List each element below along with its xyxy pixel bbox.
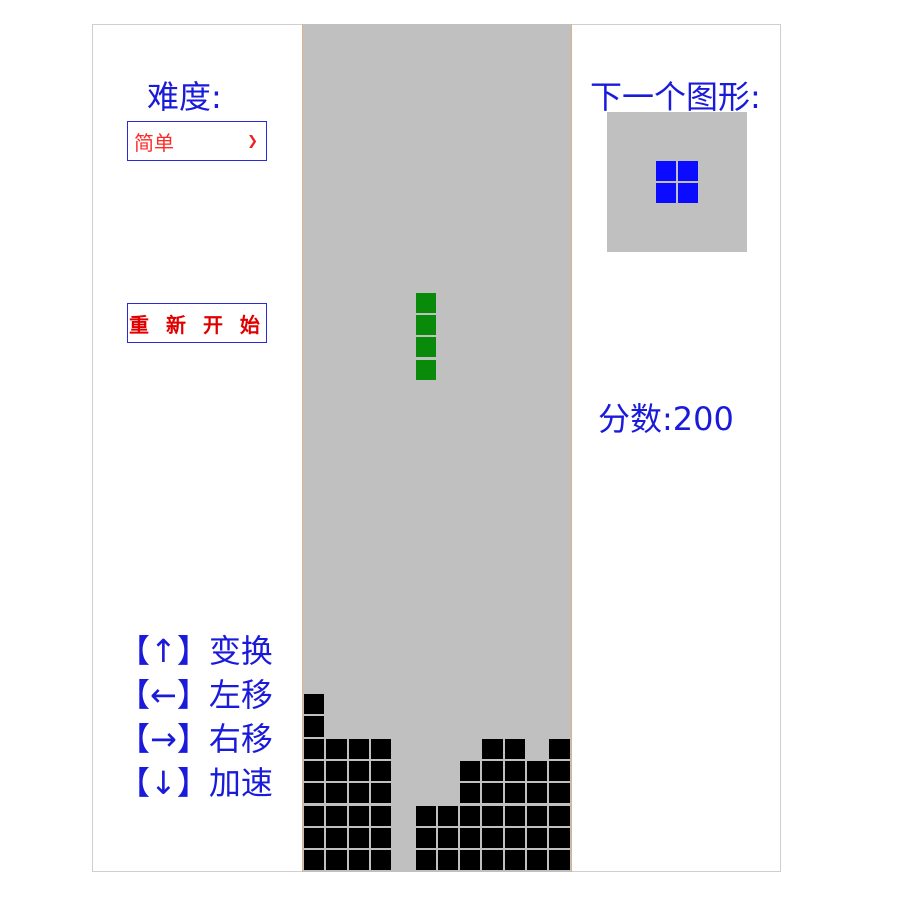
next-piece-block — [656, 161, 676, 181]
locked-block — [527, 805, 548, 826]
falling-block — [415, 337, 436, 358]
locked-block — [370, 850, 392, 871]
difficulty-select[interactable]: 简单 ❯ — [127, 121, 267, 161]
locked-block — [482, 805, 503, 826]
locked-block — [348, 827, 369, 849]
controls-help: 【↑】变换 【←】左移 【→】右移 【↓】加速 — [118, 626, 298, 802]
locked-block — [304, 738, 325, 759]
locked-block — [460, 805, 481, 826]
locked-block — [527, 850, 548, 871]
locked-block — [482, 760, 503, 782]
next-piece-block — [656, 183, 676, 203]
locked-block — [460, 783, 481, 804]
locked-block — [370, 805, 392, 826]
locked-block — [304, 827, 325, 849]
next-piece-preview — [607, 112, 747, 252]
locked-block — [549, 827, 570, 849]
restart-button[interactable]: 重 新 开 始 — [127, 303, 267, 343]
locked-block — [326, 783, 347, 804]
control-move-left: 【←】左移 — [118, 676, 273, 714]
score-label: 分数: — [598, 400, 673, 438]
locked-block — [437, 805, 459, 826]
locked-block — [348, 760, 369, 782]
locked-block — [527, 760, 548, 782]
locked-block — [504, 827, 525, 849]
locked-block — [415, 805, 436, 826]
locked-block — [304, 783, 325, 804]
locked-block — [504, 805, 525, 826]
locked-block — [504, 783, 525, 804]
chevron-down-icon: ❯ — [247, 133, 258, 149]
locked-block — [326, 738, 347, 759]
locked-block — [348, 738, 369, 759]
score-value: 200 — [672, 400, 734, 438]
locked-block — [370, 827, 392, 849]
locked-block — [348, 805, 369, 826]
locked-block — [460, 827, 481, 849]
locked-block — [549, 738, 570, 759]
locked-block — [370, 760, 392, 782]
locked-block — [482, 827, 503, 849]
locked-block — [549, 783, 570, 804]
locked-block — [482, 738, 503, 759]
control-speed-up: 【↓】加速 — [118, 764, 273, 802]
locked-block — [504, 760, 525, 782]
locked-block — [304, 850, 325, 871]
locked-block — [460, 850, 481, 871]
locked-block — [504, 738, 525, 759]
locked-block — [326, 850, 347, 871]
locked-block — [304, 760, 325, 782]
locked-block — [482, 850, 503, 871]
locked-block — [348, 850, 369, 871]
next-piece-block — [678, 183, 698, 203]
locked-block — [326, 805, 347, 826]
locked-block — [415, 827, 436, 849]
falling-block — [415, 359, 436, 380]
game-board[interactable] — [302, 24, 572, 872]
locked-block — [304, 805, 325, 826]
falling-block — [415, 314, 436, 336]
locked-block — [304, 694, 325, 715]
locked-block — [326, 760, 347, 782]
locked-block — [370, 738, 392, 759]
locked-block — [549, 760, 570, 782]
locked-block — [437, 850, 459, 871]
locked-block — [304, 716, 325, 737]
locked-block — [348, 783, 369, 804]
score-display: 分数:200 — [598, 394, 734, 440]
locked-block — [415, 850, 436, 871]
difficulty-label: 难度: — [147, 78, 222, 116]
falling-block — [415, 292, 436, 313]
locked-block — [504, 850, 525, 871]
control-move-right: 【→】右移 — [118, 720, 273, 758]
locked-block — [326, 827, 347, 849]
control-rotate: 【↑】变换 — [118, 632, 273, 670]
locked-block — [460, 760, 481, 782]
difficulty-selected-value: 简单 — [134, 130, 174, 155]
locked-block — [482, 783, 503, 804]
locked-block — [549, 850, 570, 871]
next-piece-block — [678, 161, 698, 181]
locked-block — [527, 783, 548, 804]
locked-block — [437, 827, 459, 849]
locked-block — [527, 827, 548, 849]
locked-block — [370, 783, 392, 804]
locked-block — [549, 805, 570, 826]
